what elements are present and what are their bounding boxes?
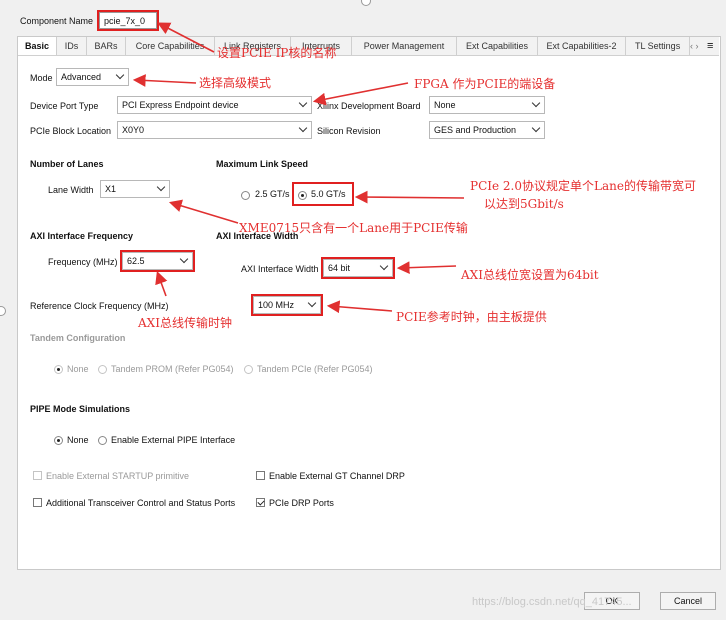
arrow-clock (155, 270, 168, 297)
annotation-arrows (132, 22, 465, 314)
annotation-speed-line1: PCIe 2.0协议规定单个Lane的传输带宽可 (470, 179, 696, 193)
arrow-mode (132, 74, 197, 87)
annotation-mode: 选择高级模式 (199, 76, 272, 90)
arrow-speed (354, 190, 465, 204)
arrow-lane (168, 199, 239, 224)
arrow-refclk (326, 300, 393, 314)
annotation-width: AXI总线位宽设置为64bit (461, 268, 599, 282)
annotation-lane: XME0715只含有一个Lane用于PCIE传输 (239, 221, 468, 235)
annotation-name: 设置PCIE IP核的名称 (217, 46, 337, 60)
arrow-width (396, 261, 457, 275)
arrow-name (157, 22, 215, 53)
annotation-speed-line2: 以达到5Gbit/s (484, 197, 564, 211)
annotation-clock: AXI总线传输时钟 (138, 316, 232, 330)
annotation-refclk: PCIE参考时钟，由主板提供 (396, 310, 547, 324)
arrow-fpga (312, 82, 409, 106)
annotation-fpga: FPGA 作为PCIE的端设备 (414, 77, 556, 91)
